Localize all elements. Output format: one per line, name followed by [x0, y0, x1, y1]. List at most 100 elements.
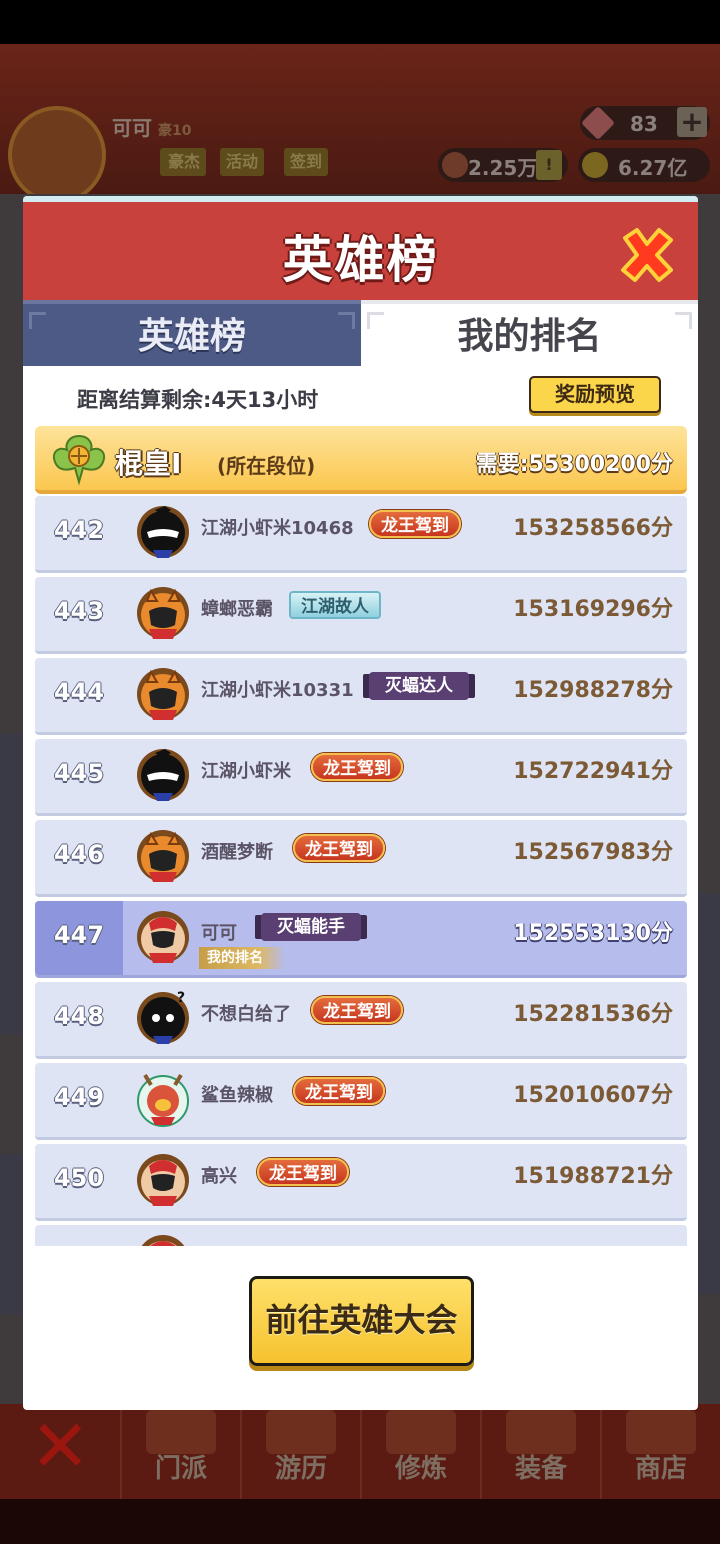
ninja-avatar-icon[interactable] — [135, 504, 191, 560]
ranking-row[interactable]: 442 江湖小虾米10468 龙王驾到 153258566分 — [35, 496, 687, 573]
svg-text:?: ? — [177, 990, 185, 1006]
ranking-row[interactable]: 444 江湖小虾米10331 灭蝠达人 152988278分 — [35, 658, 687, 735]
status-bar — [0, 0, 720, 44]
nav-shop[interactable]: 商店 — [600, 1404, 718, 1500]
coin-icon — [582, 152, 608, 178]
rank-cell: 445 — [35, 739, 123, 813]
rank-cell: 444 — [35, 658, 123, 732]
left-side-panel — [0, 734, 24, 1034]
tab-bar: 英雄榜 我的排名 — [23, 300, 698, 366]
ranking-row[interactable]: 450 高兴 龙王驾到 151988721分 — [35, 1144, 687, 1221]
rank-cell: 450 — [35, 1144, 123, 1218]
title-badge: 龙王驾到 — [369, 510, 461, 538]
tier-requirement: 需要:55300200分 — [475, 452, 673, 477]
ranking-row[interactable]: 446 酒醒梦断 龙王驾到 152567983分 — [35, 820, 687, 897]
settlement-countdown: 距离结算剩余:4天13小时 — [77, 388, 319, 412]
ranking-list[interactable]: 442 江湖小虾米10468 龙王驾到 153258566分 443 蟑螂恶霸 … — [35, 496, 687, 1246]
tier-emblem-icon — [53, 434, 105, 486]
deer-avatar-icon[interactable] — [135, 1071, 191, 1127]
title-badge: 灭蝠能手 — [261, 913, 361, 941]
title-badge: 龙王驾到 — [257, 1158, 349, 1186]
player-name: 江湖小虾米10331 — [201, 680, 354, 701]
gem-count: 83 — [630, 112, 658, 136]
ninja-avatar-icon[interactable] — [135, 747, 191, 803]
reward-preview-button[interactable]: 奖励预览 — [529, 376, 661, 413]
system-nav-bar — [0, 1499, 720, 1544]
ranking-row-partial[interactable] — [35, 1225, 687, 1246]
player-name: 可可 豪10 — [112, 112, 191, 141]
player-score: 152722941分 — [513, 759, 673, 784]
tier-note: (所在段位) — [217, 454, 316, 478]
close-icon[interactable]: ✕ — [30, 1410, 90, 1482]
add-gem-button[interactable]: + — [677, 107, 707, 137]
rank-cell: 446 — [35, 820, 123, 894]
tab-my-ranking[interactable]: 我的排名 — [361, 300, 698, 366]
player-avatar[interactable] — [8, 106, 106, 204]
left-side-panel-2 — [0, 1154, 24, 1314]
right-side-panel — [696, 894, 720, 1294]
tiger-avatar-icon[interactable] — [135, 909, 191, 965]
player-name: 高兴 — [201, 1166, 237, 1187]
activity-button[interactable]: 活动 — [220, 148, 265, 176]
player-name: 江湖小虾米 — [201, 761, 291, 782]
title-badge: 龙王驾到 — [311, 996, 403, 1024]
signin-button[interactable]: 签到 — [284, 148, 329, 176]
modal-header: 英雄榜 — [23, 196, 698, 300]
tiger-avatar-icon[interactable] — [135, 1233, 191, 1246]
tab-hero-ranking[interactable]: 英雄榜 — [23, 300, 361, 366]
tier-name: 棍皇Ⅰ — [115, 447, 182, 480]
rank-cell: 442 — [35, 496, 123, 570]
alert-icon[interactable]: ! — [536, 150, 562, 180]
player-rank-tag: 豪10 — [158, 123, 192, 139]
nav-sect[interactable]: 门派 — [120, 1404, 238, 1500]
player-score: 152553130分 — [513, 921, 673, 946]
tiger-avatar-icon[interactable] — [135, 828, 191, 884]
ranking-row[interactable]: 443 蟑螂恶霸 江湖故人 153169296分 — [35, 577, 687, 654]
tiger-avatar-icon[interactable] — [135, 585, 191, 641]
rank-cell: 447 — [35, 901, 123, 975]
rank-number: 448 — [53, 1002, 105, 1030]
player-name: 可可 — [201, 923, 237, 944]
ranking-row[interactable]: 449 鲨鱼辣椒 龙王驾到 152010607分 — [35, 1063, 687, 1140]
ninja-avatar-icon[interactable]: ? — [135, 990, 191, 1046]
player-score: 151988721分 — [513, 1164, 673, 1189]
go-to-hero-conference-button[interactable]: 前往英雄大会 — [249, 1276, 474, 1366]
title-badge: 龙王驾到 — [311, 753, 403, 781]
nav-label: 修炼 — [394, 1454, 447, 1484]
ranking-row[interactable]: 445 江湖小虾米 龙王驾到 152722941分 — [35, 739, 687, 816]
nav-label: 装备 — [514, 1454, 567, 1484]
rank-number: 450 — [53, 1164, 105, 1192]
rank-number: 447 — [53, 921, 105, 949]
close-button[interactable] — [619, 226, 675, 284]
player-name: 酒醒梦断 — [201, 842, 273, 863]
rank-cell: 448 — [35, 982, 123, 1056]
token-icon — [442, 152, 468, 178]
player-score: 153169296分 — [513, 597, 673, 622]
player-name-label: 可可 — [112, 116, 152, 140]
tiger-avatar-icon[interactable] — [135, 1152, 191, 1208]
rank-cell — [35, 1225, 123, 1246]
rank-number: 449 — [53, 1083, 105, 1111]
my-ranking-row[interactable]: 447 可可 灭蝠能手 我的排名 152553130分 — [35, 901, 687, 978]
nav-travel[interactable]: 游历 — [240, 1404, 358, 1500]
player-score: 152988278分 — [513, 678, 673, 703]
resource-2-value: 6.27亿 — [618, 156, 688, 180]
my-ranking-tag: 我的排名 — [199, 947, 285, 969]
hero-ranking-modal: 英雄榜 英雄榜 我的排名 距离结算剩余:4天13小时 奖励预览 棍皇Ⅰ (所在段… — [23, 196, 698, 1410]
modal-title: 英雄榜 — [282, 231, 439, 289]
rank-cell: 443 — [35, 577, 123, 651]
player-name: 江湖小虾米10468 — [201, 518, 354, 539]
title-badge: 江湖故人 — [289, 591, 381, 619]
nav-equipment[interactable]: 装备 — [480, 1404, 598, 1500]
title-badge: 龙王驾到 — [293, 834, 385, 862]
rank-number: 442 — [53, 516, 105, 544]
nav-train[interactable]: 修炼 — [360, 1404, 478, 1500]
rank-number: 446 — [53, 840, 105, 868]
player-score: 152567983分 — [513, 840, 673, 865]
tier-banner: 棍皇Ⅰ (所在段位) 需要:55300200分 — [35, 426, 687, 494]
ranking-row[interactable]: 448 ? 不想白给了 龙王驾到 152281536分 — [35, 982, 687, 1059]
hero-button[interactable]: 豪杰 — [162, 148, 207, 176]
player-score: 152010607分 — [513, 1083, 673, 1108]
nav-label: 商店 — [634, 1454, 687, 1484]
tiger-avatar-icon[interactable] — [135, 666, 191, 722]
